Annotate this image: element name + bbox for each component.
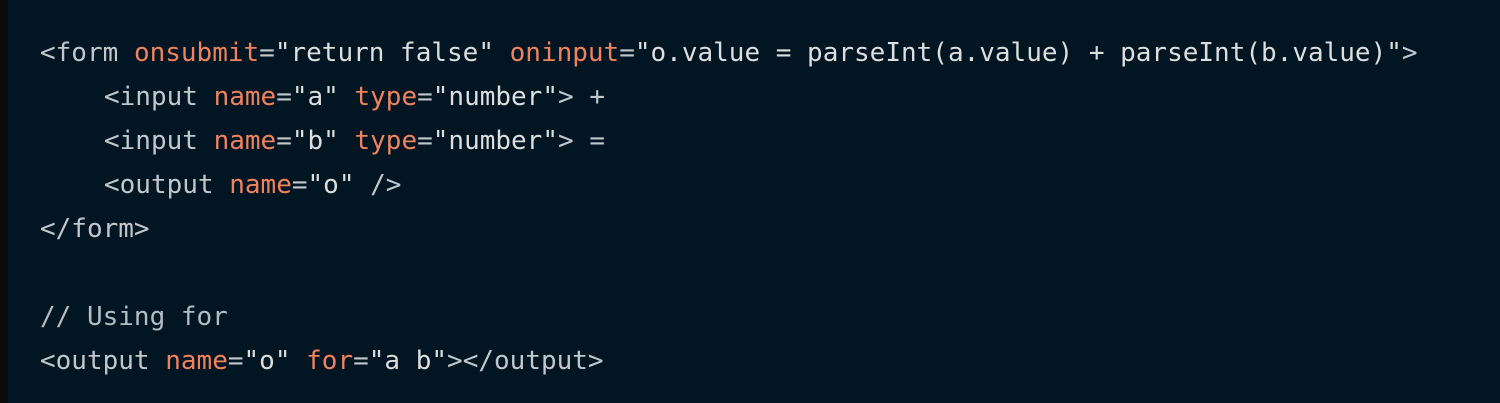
equals-sign: = [291, 170, 308, 200]
code-line-form-close: </form> [40, 207, 1418, 251]
type-value: "number" [432, 126, 558, 156]
name-value: "o" [307, 170, 355, 200]
oninput-attr: oninput [509, 38, 620, 68]
tag-close: > [558, 82, 574, 112]
input-open-tag: <input [104, 126, 198, 156]
name-attr: name [165, 346, 228, 376]
equals-sign: = [417, 82, 433, 112]
tag-close: > [1401, 38, 1418, 68]
code-line-comment: // Using for [40, 295, 1418, 339]
equals-operator: = [589, 126, 605, 156]
equals-sign: = [619, 38, 635, 68]
self-close: /> [370, 170, 402, 200]
oninput-value: "o.value = parseInt(a.value) + parseInt(… [634, 38, 1402, 68]
type-attr: type [354, 82, 418, 112]
code-line-input-b: <input name="b" type="number"> = [40, 119, 1418, 163]
type-attr: type [354, 126, 418, 156]
plus-operator: + [589, 82, 605, 112]
equals-sign: = [353, 346, 369, 376]
output-open-tag: <output [104, 170, 214, 200]
equals-sign: = [259, 38, 275, 68]
name-attr: name [229, 170, 292, 200]
form-close-tag: </form> [40, 214, 150, 244]
equals-sign: = [417, 126, 433, 156]
input-open-tag: <input [104, 82, 198, 112]
name-value: "o" [243, 346, 291, 376]
for-value: "a b" [368, 346, 448, 376]
equals-sign: = [276, 126, 292, 156]
code-line-input-a: <input name="a" type="number"> + [40, 75, 1418, 119]
code-line-form-open: <form onsubmit="return false" oninput="o… [40, 31, 1418, 75]
name-value: "a" [291, 82, 339, 112]
type-value: "number" [432, 82, 558, 112]
output-close-tag: ></output> [447, 346, 604, 376]
onsubmit-attr: onsubmit [133, 38, 260, 68]
code-line-output: <output name="o" /> [40, 163, 1418, 207]
for-attr: for [306, 346, 354, 376]
code-comment: // Using for [40, 302, 228, 332]
tag-close: > [558, 126, 574, 156]
name-attr: name [213, 82, 277, 112]
onsubmit-value: "return false" [274, 38, 494, 68]
name-value: "b" [291, 126, 339, 156]
equals-sign: = [227, 346, 244, 376]
code-line-output-for: <output name="o" for="a b"></output> [40, 339, 1418, 383]
code-panel: <form onsubmit="return false" oninput="o… [8, 0, 1500, 403]
code-block: <form onsubmit="return false" oninput="o… [40, 31, 1418, 383]
name-attr: name [213, 126, 277, 156]
form-open-tag: <form [40, 38, 119, 68]
output-open-tag: <output [40, 346, 150, 376]
equals-sign: = [276, 82, 292, 112]
